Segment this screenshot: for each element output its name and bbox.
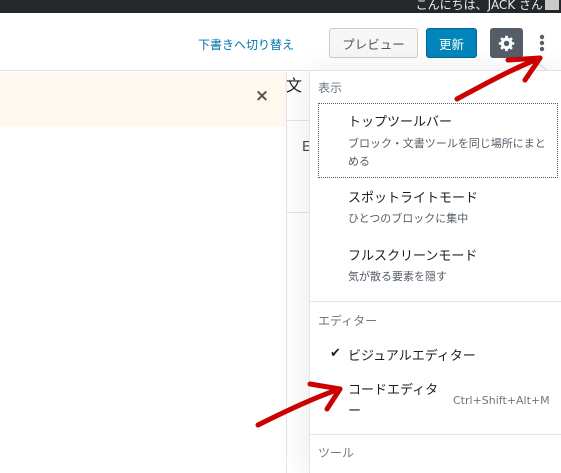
notice-bar — [0, 72, 286, 126]
menu-separator — [310, 301, 561, 302]
admin-bar: こんにちは、JACK さん — [0, 0, 561, 13]
settings-button[interactable] — [490, 28, 523, 58]
switch-to-draft-link[interactable]: 下書きへ切り替え — [198, 36, 294, 53]
menu-item-fullscreen-mode[interactable]: フルスクリーンモード — [348, 245, 477, 264]
editor-screen: こんにちは、JACK さん 下書きへ切り替え プレビュー 更新 × 文 E 表示… — [0, 0, 561, 473]
menu-group-tools-label: ツール — [318, 446, 355, 460]
menu-group-view-label: 表示 — [318, 81, 343, 95]
preview-button[interactable]: プレビュー — [329, 28, 418, 58]
menu-item-spotlight-mode[interactable]: スポットライトモード — [348, 187, 478, 206]
menu-item-code-editor[interactable]: コードエディター — [348, 380, 448, 422]
sidebar-tab-fragment[interactable]: 文 — [286, 72, 302, 96]
menu-separator — [310, 434, 561, 435]
checkmark-icon: ✔ — [330, 346, 341, 361]
code-editor-shortcut: Ctrl+Shift+Alt+M — [453, 394, 550, 407]
more-vertical-icon — [539, 34, 545, 52]
menu-item-fullscreen-mode-desc: 気が散る要素を隠す — [348, 270, 447, 283]
more-menu-button[interactable] — [531, 28, 553, 58]
update-button[interactable]: 更新 — [426, 28, 477, 58]
menu-item-top-toolbar-desc: ブロック・文書ツールを同じ場所にまとめる — [348, 137, 546, 168]
editor-header: 下書きへ切り替え プレビュー 更新 — [0, 13, 561, 71]
gear-icon — [498, 35, 514, 52]
close-icon[interactable]: × — [253, 86, 271, 106]
avatar[interactable] — [545, 0, 559, 10]
menu-item-spotlight-mode-desc: ひとつのブロックに集中 — [348, 212, 469, 225]
menu-item-visual-editor[interactable]: ビジュアルエディター — [348, 345, 476, 364]
menu-item-top-toolbar[interactable]: トップツールバー — [348, 111, 452, 130]
admin-greeting[interactable]: こんにちは、JACK さん — [416, 0, 543, 13]
menu-group-editor-label: エディター — [318, 314, 378, 328]
